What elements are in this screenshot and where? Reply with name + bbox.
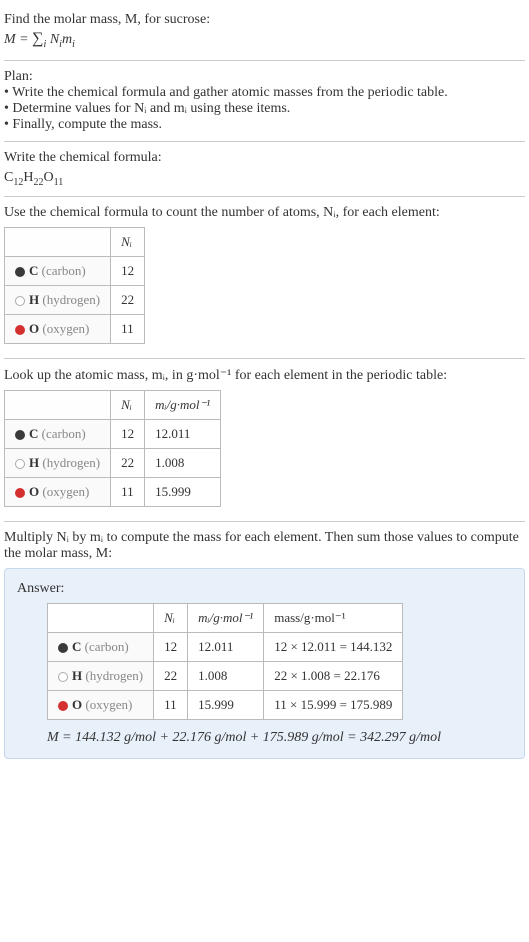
mi-cell: 1.008 — [188, 661, 264, 690]
count-section: Use the chemical formula to count the nu… — [4, 196, 525, 358]
ni-cell: 22 — [111, 285, 145, 314]
table-row: H (hydrogen) 22 1.008 — [5, 448, 221, 477]
ni-header: Nᵢ — [154, 603, 188, 632]
chemical-formula-section: Write the chemical formula: C12H22O11 — [4, 141, 525, 196]
carbon-marker-icon — [15, 267, 25, 277]
chemical-formula: C12H22O11 — [4, 170, 525, 188]
element-cell: O (oxygen) — [48, 690, 154, 719]
multiply-heading: Multiply Nᵢ by mᵢ to compute the mass fo… — [4, 530, 525, 562]
oxygen-marker-icon — [58, 701, 68, 711]
table-header-row: Nᵢ — [5, 227, 145, 256]
mi-header: mᵢ/g·mol⁻¹ — [145, 390, 221, 419]
multiply-section: Multiply Nᵢ by mᵢ to compute the mass fo… — [4, 521, 525, 767]
answer-table: Nᵢ mᵢ/g·mol⁻¹ mass/g·mol⁻¹ C (carbon) 12… — [47, 603, 403, 720]
intro-section: Find the molar mass, M, for sucrose: M =… — [4, 4, 525, 60]
ni-cell: 22 — [111, 448, 145, 477]
mass-cell: 11 × 15.999 = 175.989 — [264, 690, 403, 719]
mi-cell: 1.008 — [145, 448, 221, 477]
empty-header — [48, 603, 154, 632]
plan-section: Plan: • Write the chemical formula and g… — [4, 60, 525, 141]
carbon-marker-icon — [15, 430, 25, 440]
table-row: C (carbon) 12 12.011 — [5, 419, 221, 448]
hydrogen-marker-icon — [15, 296, 25, 306]
count-table: Nᵢ C (carbon) 12 H (hydrogen) 22 O (oxyg… — [4, 227, 145, 344]
plan-heading: Plan: — [4, 69, 525, 85]
final-result: M = 144.132 g/mol + 22.176 g/mol + 175.9… — [47, 730, 512, 746]
ni-cell: 11 — [154, 690, 188, 719]
table-row: H (hydrogen) 22 1.008 22 × 1.008 = 22.17… — [48, 661, 403, 690]
carbon-marker-icon — [58, 643, 68, 653]
mass-heading: Look up the atomic mass, mᵢ, in g·mol⁻¹ … — [4, 367, 525, 384]
plan-item: • Finally, compute the mass. — [4, 117, 525, 133]
element-cell: H (hydrogen) — [5, 448, 111, 477]
mi-cell: 12.011 — [188, 632, 264, 661]
oxygen-marker-icon — [15, 325, 25, 335]
table-row: C (carbon) 12 12.011 12 × 12.011 = 144.1… — [48, 632, 403, 661]
element-cell: C (carbon) — [5, 256, 111, 285]
answer-box: Answer: Nᵢ mᵢ/g·mol⁻¹ mass/g·mol⁻¹ C (ca… — [4, 568, 525, 759]
ni-cell: 12 — [111, 419, 145, 448]
mass-table: Nᵢ mᵢ/g·mol⁻¹ C (carbon) 12 12.011 H (hy… — [4, 390, 221, 507]
element-cell: C (carbon) — [48, 632, 154, 661]
ni-cell: 11 — [111, 477, 145, 506]
plan-item: • Write the chemical formula and gather … — [4, 85, 525, 101]
empty-header — [5, 390, 111, 419]
element-cell: O (oxygen) — [5, 314, 111, 343]
element-cell: O (oxygen) — [5, 477, 111, 506]
ni-cell: 12 — [111, 256, 145, 285]
mass-cell: 22 × 1.008 = 22.176 — [264, 661, 403, 690]
answer-label: Answer: — [17, 581, 512, 597]
hydrogen-marker-icon — [15, 459, 25, 469]
table-row: O (oxygen) 11 15.999 — [5, 477, 221, 506]
mi-cell: 15.999 — [188, 690, 264, 719]
mi-header: mᵢ/g·mol⁻¹ — [188, 603, 264, 632]
table-header-row: Nᵢ mᵢ/g·mol⁻¹ mass/g·mol⁻¹ — [48, 603, 403, 632]
ni-header: Nᵢ — [111, 390, 145, 419]
plan-item: • Determine values for Nᵢ and mᵢ using t… — [4, 101, 525, 117]
table-row: O (oxygen) 11 — [5, 314, 145, 343]
table-row: H (hydrogen) 22 — [5, 285, 145, 314]
mass-header: mass/g·mol⁻¹ — [264, 603, 403, 632]
table-header-row: Nᵢ mᵢ/g·mol⁻¹ — [5, 390, 221, 419]
element-cell: H (hydrogen) — [48, 661, 154, 690]
formula-heading: Write the chemical formula: — [4, 150, 525, 166]
mi-cell: 15.999 — [145, 477, 221, 506]
hydrogen-marker-icon — [58, 672, 68, 682]
intro-formula: M = ∑i Nimi — [4, 30, 525, 50]
atomic-mass-section: Look up the atomic mass, mᵢ, in g·mol⁻¹ … — [4, 358, 525, 521]
element-cell: C (carbon) — [5, 419, 111, 448]
element-cell: H (hydrogen) — [5, 285, 111, 314]
intro-line: Find the molar mass, M, for sucrose: — [4, 12, 525, 28]
table-row: C (carbon) 12 — [5, 256, 145, 285]
ni-header: Nᵢ — [111, 227, 145, 256]
empty-header — [5, 227, 111, 256]
ni-cell: 12 — [154, 632, 188, 661]
mi-cell: 12.011 — [145, 419, 221, 448]
ni-cell: 22 — [154, 661, 188, 690]
count-heading: Use the chemical formula to count the nu… — [4, 205, 525, 221]
table-row: O (oxygen) 11 15.999 11 × 15.999 = 175.9… — [48, 690, 403, 719]
oxygen-marker-icon — [15, 488, 25, 498]
mass-cell: 12 × 12.011 = 144.132 — [264, 632, 403, 661]
ni-cell: 11 — [111, 314, 145, 343]
